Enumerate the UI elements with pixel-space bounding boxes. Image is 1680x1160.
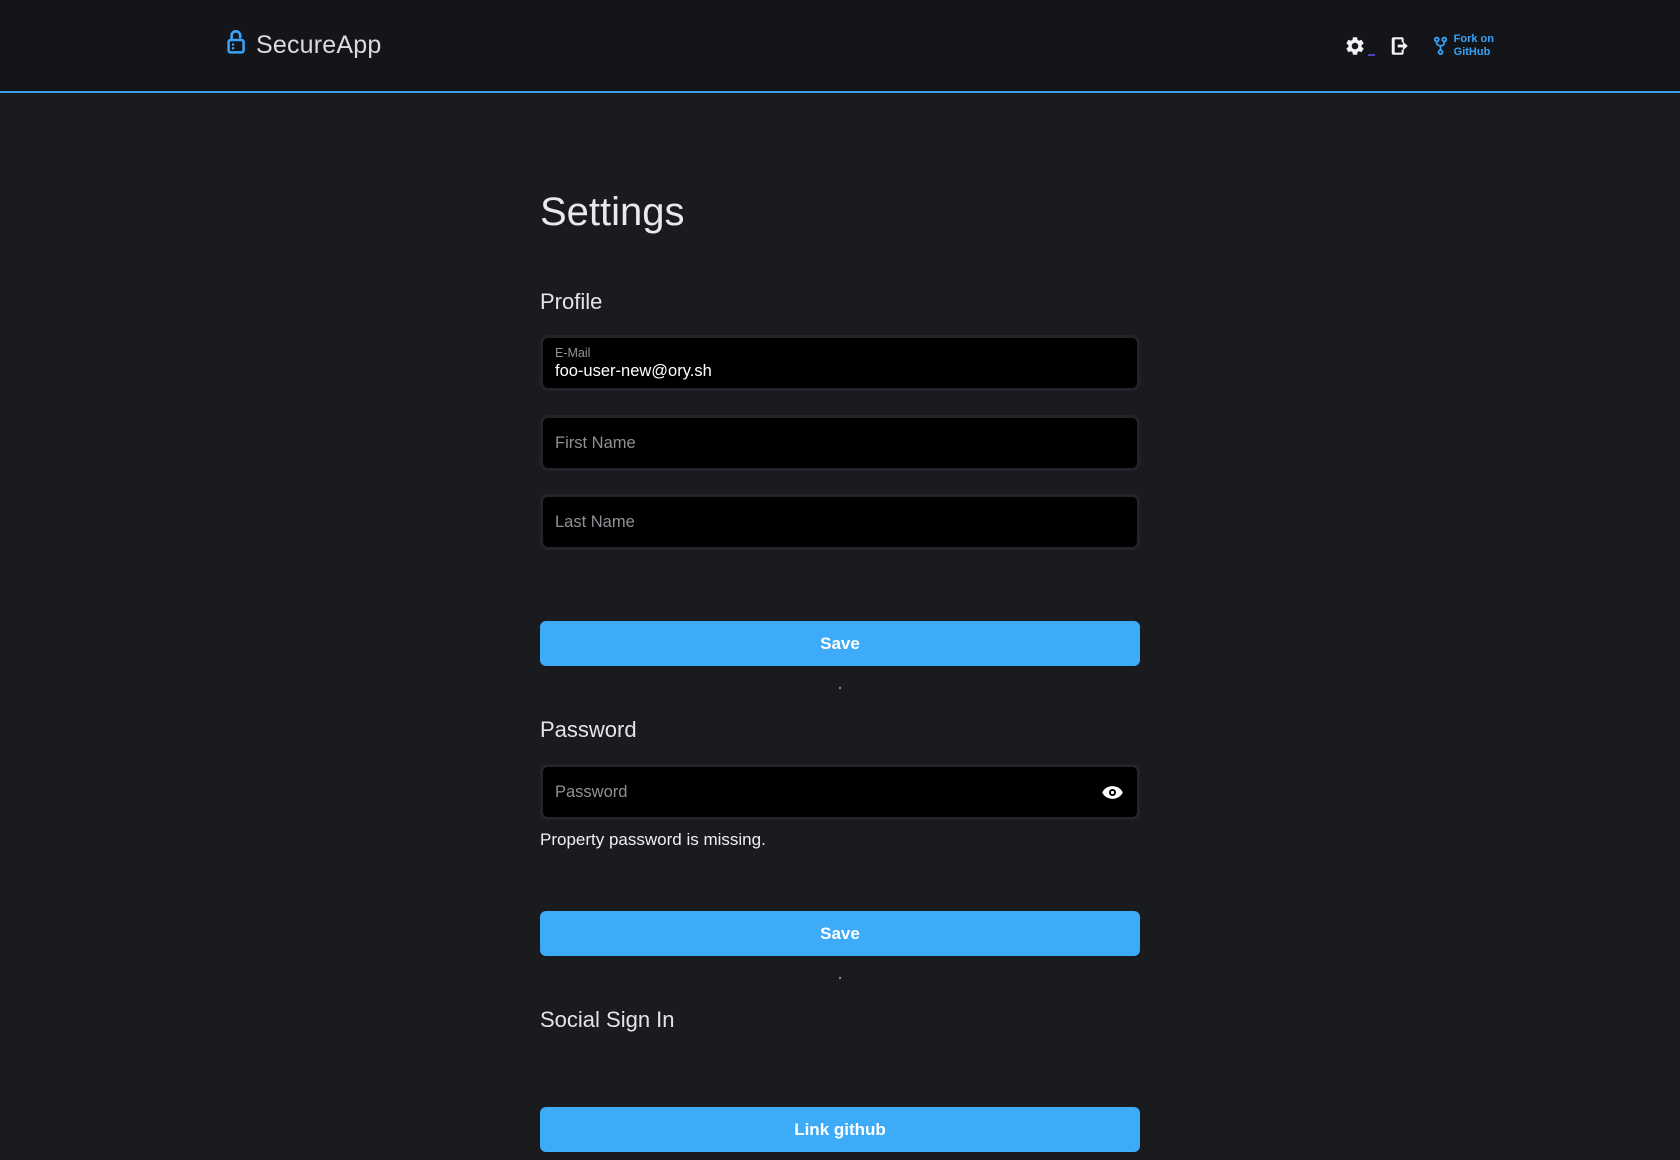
social-section-heading: Social Sign In	[540, 1006, 1140, 1034]
fork-icon	[1433, 36, 1448, 56]
lock-icon	[226, 28, 246, 55]
password-section-heading: Password	[540, 716, 1140, 744]
password-error-message: Property password is missing.	[540, 829, 1140, 851]
toggle-password-visibility-button[interactable]	[1095, 775, 1129, 809]
app-logo[interactable]: SecureApp	[226, 31, 382, 60]
gear-icon	[1344, 35, 1366, 57]
header-actions: Fork on GitHub	[1344, 33, 1494, 59]
eye-icon	[1101, 781, 1124, 804]
email-input[interactable]	[555, 361, 1125, 383]
settings-gear-button[interactable]	[1344, 35, 1375, 57]
save-profile-button[interactable]: Save	[540, 621, 1140, 666]
password-separator-dot: .	[540, 966, 1140, 980]
first-name-field-frame	[540, 415, 1140, 471]
password-field-frame	[540, 764, 1140, 820]
logout-icon	[1389, 35, 1411, 57]
email-field[interactable]: E-Mail	[543, 338, 1137, 388]
save-password-button[interactable]: Save	[540, 911, 1140, 956]
gear-link-underscore	[1368, 54, 1375, 56]
fork-link-label: Fork on GitHub	[1454, 33, 1494, 59]
profile-section-heading: Profile	[540, 288, 1140, 316]
page-title: Settings	[540, 188, 1140, 236]
email-field-frame: E-Mail	[540, 335, 1140, 391]
last-name-field-frame	[540, 494, 1140, 550]
link-github-button[interactable]: Link github	[540, 1107, 1140, 1152]
app-title: SecureApp	[256, 31, 382, 60]
main-content: Settings Profile E-Mail Save . Password	[540, 188, 1140, 1152]
first-name-field[interactable]	[543, 418, 1137, 468]
profile-separator-dot: .	[540, 676, 1140, 690]
fork-on-github-link[interactable]: Fork on GitHub	[1433, 33, 1494, 59]
app-header: SecureApp	[0, 0, 1680, 93]
password-input[interactable]	[555, 781, 1095, 803]
last-name-field[interactable]	[543, 497, 1137, 547]
password-field[interactable]	[543, 767, 1137, 817]
first-name-input[interactable]	[555, 432, 1125, 454]
logout-button[interactable]	[1389, 35, 1411, 57]
email-field-label: E-Mail	[555, 346, 1125, 361]
last-name-input[interactable]	[555, 511, 1125, 533]
